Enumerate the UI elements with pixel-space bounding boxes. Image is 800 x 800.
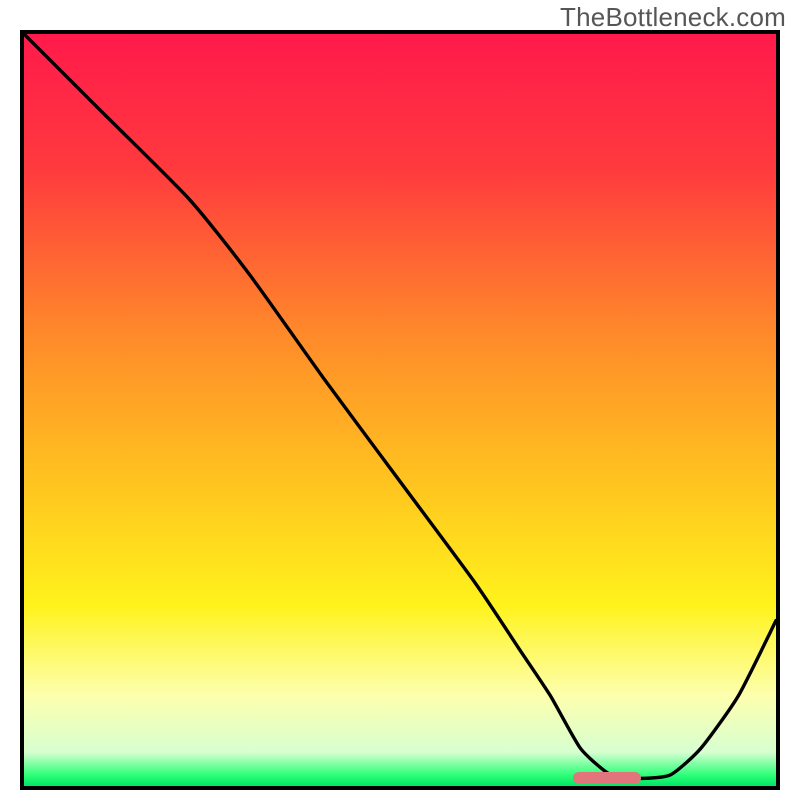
- watermark-text: TheBottleneck.com: [560, 2, 786, 33]
- chart-frame: [20, 30, 780, 790]
- plot-area: [24, 34, 776, 786]
- optimum-marker: [573, 772, 641, 784]
- bottleneck-curve: [24, 34, 776, 786]
